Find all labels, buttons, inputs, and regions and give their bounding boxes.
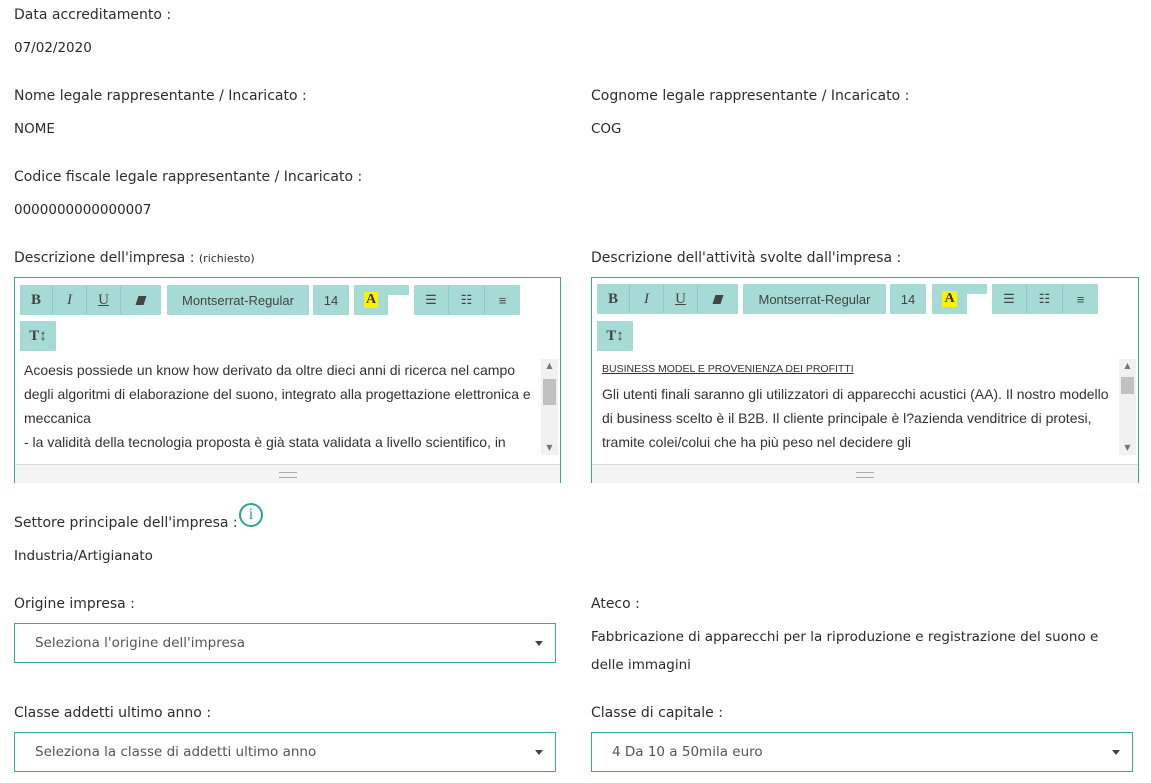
underline-button[interactable]: U [86,285,120,315]
scroll-down-icon[interactable]: ▼ [541,441,558,455]
numbered-list-button[interactable]: ☷ [1026,284,1062,314]
chevron-down-icon [1112,750,1120,755]
descrizione-attivita-editor[interactable]: B I U Montserrat-Regular 14 A ☰ ☷ ≡ T↕ B… [591,277,1139,483]
highlight-icon: A [363,292,379,308]
nome-value: NOME [14,121,55,137]
descrizione-impresa-editor[interactable]: B I U Montserrat-Regular 14 A ☰ ☷ ≡ T↕ A… [14,277,561,483]
resize-handle[interactable] [15,464,560,483]
numbered-list-icon: ☷ [460,292,473,307]
chevron-down-icon [535,750,543,755]
cognome-value: COG [591,121,622,137]
accreditamento-label: Data accreditamento : [14,7,172,23]
required-hint: (richiesto) [198,252,255,265]
descrizione-impresa-label-text: Descrizione dell'impresa : [14,250,195,266]
eraser-icon [712,294,724,304]
ateco-value: Fabbricazione di apparecchi per la ripro… [591,629,1099,673]
scroll-down-icon[interactable]: ▼ [1119,441,1136,455]
bold-button[interactable]: B [20,285,52,315]
eraser-button[interactable] [120,285,161,315]
bullet-list-button[interactable]: ☰ [414,285,448,315]
text-size-button[interactable]: T↕ [597,321,633,351]
origine-select-value: Seleziona l'origine dell'impresa [35,635,246,651]
scrollbar-thumb[interactable] [1121,377,1134,394]
font-size-dropdown[interactable]: 14 [890,284,926,314]
color-dropdown-button[interactable] [967,284,987,294]
descrizione-attivita-label: Descrizione dell'attività svolte dall'im… [591,250,902,266]
italic-button[interactable]: I [52,285,86,315]
color-dropdown-button[interactable] [388,285,409,295]
eraser-icon [135,295,147,305]
descrizione-impresa-label: Descrizione dell'impresa : (richiesto) [14,250,255,266]
settore-label: Settore principale dell'impresa : [14,515,238,531]
origine-label: Origine impresa : [14,596,135,612]
editor-paragraph: Gli utenti finali saranno gli utilizzato… [602,386,1109,450]
highlight-color-button[interactable]: A [932,284,967,314]
classe-capitale-select-value: 4 Da 10 a 50mila euro [612,744,763,760]
info-icon[interactable]: i [239,503,263,527]
numbered-list-icon: ☷ [1038,291,1051,306]
codice-fiscale-label: Codice fiscale legale rappresentante / I… [14,169,363,185]
resize-handle[interactable] [592,464,1138,483]
align-left-icon: ≡ [1076,291,1085,307]
editor-paragraph: Acoesis possiede un know how derivato da… [24,362,531,426]
classe-addetti-label: Classe addetti ultimo anno : [14,705,212,721]
codice-fiscale-value: 0000000000000007 [14,202,152,218]
origine-select[interactable]: Seleziona l'origine dell'impresa [14,623,556,663]
classe-addetti-select[interactable]: Seleziona la classe di addetti ultimo an… [14,732,556,772]
editor-paragraph: - la validità della tecnologia proposta … [24,434,506,450]
cognome-label: Cognome legale rappresentante / Incarica… [591,88,910,104]
settore-value: Industria/Artigianato [14,548,153,564]
classe-capitale-label: Classe di capitale : [591,705,723,721]
highlight-icon: A [942,291,957,307]
text-size-button[interactable]: T↕ [20,321,56,351]
align-left-icon: ≡ [498,292,507,308]
grip-icon [278,472,297,478]
numbered-list-button[interactable]: ☷ [448,285,484,315]
vertical-scrollbar[interactable]: ▲ ▼ [1119,359,1136,455]
accreditamento-value: 07/02/2020 [14,40,92,56]
underline-button[interactable]: U [663,284,697,314]
scroll-up-icon[interactable]: ▲ [1119,359,1136,373]
scroll-up-icon[interactable]: ▲ [541,359,558,373]
classe-addetti-select-value: Seleziona la classe di addetti ultimo an… [35,744,317,760]
ateco-label: Ateco : [591,596,640,612]
highlight-color-button[interactable]: A [354,285,388,315]
align-button[interactable]: ≡ [1062,284,1098,314]
grip-icon [856,472,874,478]
scrollbar-thumb[interactable] [543,379,556,405]
nome-label: Nome legale rappresentante / Incaricato … [14,88,307,104]
align-button[interactable]: ≡ [484,285,520,315]
font-family-dropdown[interactable]: Montserrat-Regular [743,284,886,314]
bullet-list-icon: ☰ [425,292,437,307]
italic-button[interactable]: I [629,284,663,314]
classe-capitale-select[interactable]: 4 Da 10 a 50mila euro [591,732,1133,772]
bullet-list-icon: ☰ [1003,291,1015,306]
descrizione-impresa-content[interactable]: Acoesis possiede un know how derivato da… [24,358,536,456]
eraser-button[interactable] [697,284,738,314]
font-family-dropdown[interactable]: Montserrat-Regular [167,285,309,315]
font-size-dropdown[interactable]: 14 [313,285,349,315]
chevron-down-icon [535,641,543,646]
descrizione-attivita-content[interactable]: BUSINESS MODEL E PROVENIENZA DEI PROFITT… [602,362,1114,456]
vertical-scrollbar[interactable]: ▲ ▼ [541,359,558,455]
bold-button[interactable]: B [597,284,629,314]
editor-heading: BUSINESS MODEL E PROVENIENZA DEI PROFITT… [602,363,854,375]
bullet-list-button[interactable]: ☰ [992,284,1026,314]
